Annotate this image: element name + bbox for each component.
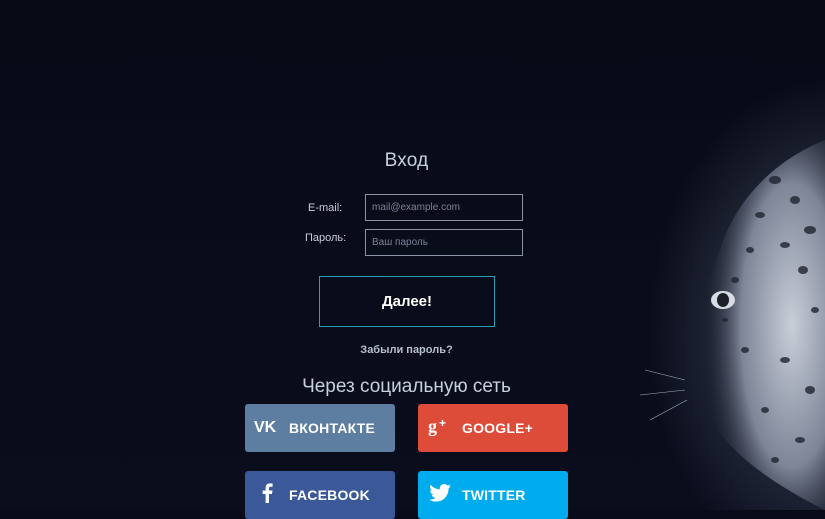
svg-text:g: g <box>428 416 437 436</box>
twitter-label: TWITTER <box>462 487 526 503</box>
vk-login-button[interactable]: VK ВКОНТАКТЕ <box>245 404 395 452</box>
facebook-login-button[interactable]: FACEBOOK <box>245 471 395 519</box>
facebook-icon <box>245 482 289 508</box>
email-label: E-mail: <box>308 202 343 214</box>
google-plus-icon: g + <box>418 416 462 441</box>
login-title: Вход <box>384 150 429 171</box>
vk-icon: VK <box>245 418 289 439</box>
svg-text:+: + <box>439 416 446 430</box>
twitter-login-button[interactable]: TWITTER <box>418 471 568 519</box>
social-login-title: Через социальную сеть <box>302 376 511 397</box>
password-field[interactable] <box>365 229 523 256</box>
facebook-label: FACEBOOK <box>289 487 370 503</box>
google-plus-login-button[interactable]: g + GOOGLE+ <box>418 404 568 452</box>
leopard-image <box>625 140 825 510</box>
password-label: Пароль: <box>305 232 347 244</box>
submit-button[interactable]: Далее! <box>319 276 495 327</box>
email-field[interactable] <box>365 194 523 221</box>
svg-text:VK: VK <box>254 419 277 434</box>
google-plus-label: GOOGLE+ <box>462 420 534 436</box>
forgot-password-link[interactable]: Забыли пароль? <box>0 344 813 356</box>
twitter-icon <box>418 483 462 507</box>
vk-label: ВКОНТАКТЕ <box>289 420 376 436</box>
